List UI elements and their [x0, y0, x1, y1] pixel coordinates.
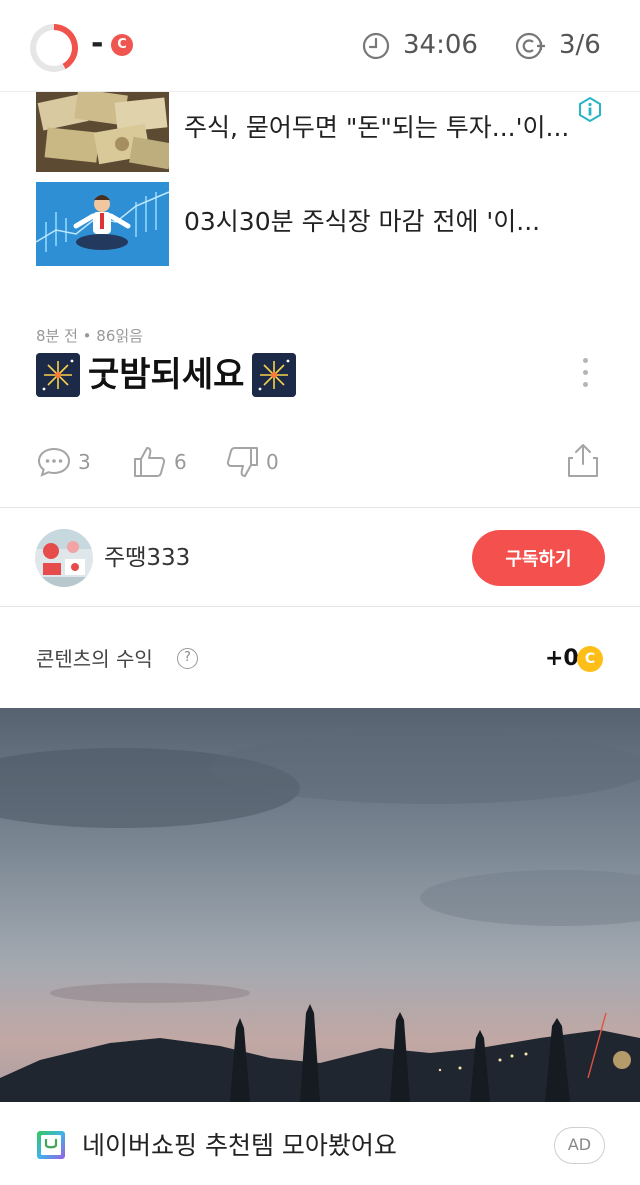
- firework-emoji-icon: [36, 353, 80, 397]
- post-photo: [0, 708, 640, 1102]
- related-article-title[interactable]: 주식, 묻어두면 "돈"되는 투자...'이...: [184, 108, 624, 148]
- related-article-title[interactable]: 03시30분 주식장 마감 전에 '이...: [184, 202, 624, 242]
- firework-emoji-icon: [252, 353, 297, 397]
- more-options-icon[interactable]: [580, 358, 590, 392]
- timer-text: 34:06: [403, 30, 478, 60]
- post-actions: 3 6 0: [36, 440, 606, 484]
- dislike-button[interactable]: 0: [224, 440, 279, 484]
- share-icon[interactable]: [566, 442, 600, 478]
- subscribe-button[interactable]: 구독하기: [472, 530, 605, 586]
- author-avatar[interactable]: [35, 529, 93, 587]
- ad-text[interactable]: 네이버쇼핑 추천템 모아봤어요: [82, 1129, 397, 1163]
- author-name[interactable]: 주땡333: [104, 542, 190, 574]
- points-value: -: [91, 26, 104, 61]
- reading-progress-ring: [30, 24, 78, 72]
- ad-badge: AD: [554, 1127, 605, 1164]
- help-icon[interactable]: ?: [177, 648, 198, 669]
- earnings-value: +0: [545, 646, 579, 671]
- related-article-item[interactable]: 주식, 묻어두면 "돈"되는 투자...'이...: [36, 92, 616, 172]
- like-button[interactable]: 6: [132, 440, 187, 484]
- post-title: 굿밤되세요: [88, 355, 245, 395]
- post-title-row: 굿밤되세요: [36, 352, 297, 398]
- comment-button[interactable]: 3: [36, 440, 91, 484]
- money-thumbnail: [36, 92, 169, 172]
- coin-badge-icon: C: [111, 34, 133, 56]
- coin-plus-icon: [515, 32, 545, 60]
- comment-count: 3: [78, 450, 91, 474]
- top-status-bar: - C 34:06 3/6: [0, 0, 640, 92]
- related-articles: 주식, 묻어두면 "돈"되는 투자...'이... 03시30분 주식장 마감 …: [0, 92, 640, 272]
- like-count: 6: [174, 450, 187, 474]
- divider: [0, 606, 640, 607]
- related-article-item[interactable]: 03시30분 주식장 마감 전에 '이...: [36, 182, 616, 266]
- naver-shopping-icon: [37, 1131, 65, 1159]
- ad-info-icon[interactable]: [577, 96, 603, 122]
- article-count: 3/6: [559, 30, 601, 60]
- post-meta: 8분 전 • 86읽음: [36, 327, 143, 345]
- coin-icon: C: [577, 646, 603, 672]
- divider: [0, 507, 640, 508]
- earnings-label: 콘텐츠의 수익: [36, 647, 153, 671]
- thumbs-up-icon: [134, 447, 166, 477]
- thumbs-down-icon: [226, 447, 258, 477]
- meditation-thumbnail: [36, 182, 169, 266]
- comment-icon: [37, 447, 71, 477]
- clock-icon: [362, 32, 390, 60]
- dislike-count: 0: [266, 450, 279, 474]
